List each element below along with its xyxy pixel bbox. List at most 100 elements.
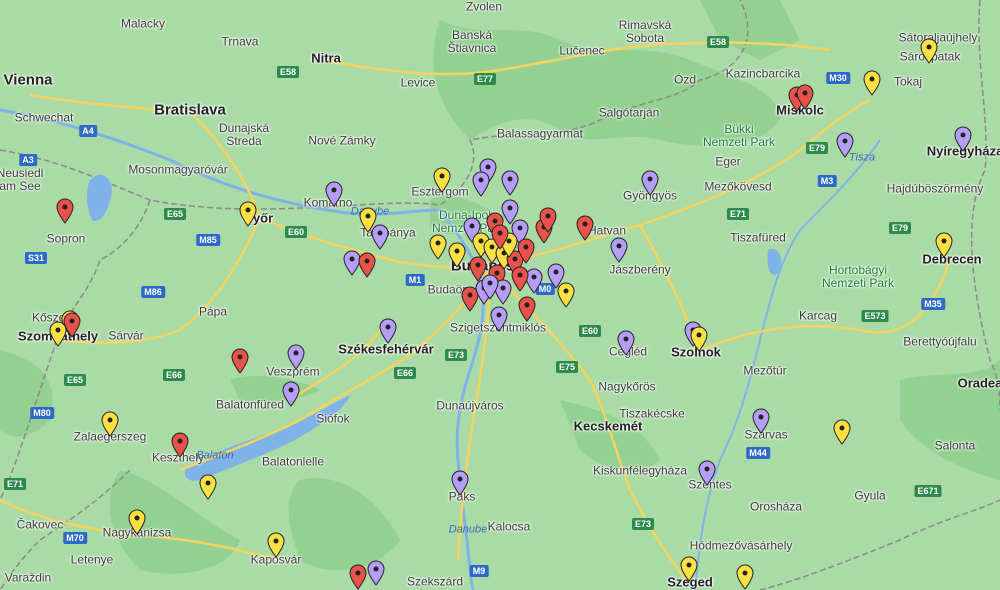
road-shield-e66: E66: [393, 367, 417, 379]
map-marker-yellow[interactable]: [239, 201, 257, 227]
road-shield-e73: E73: [631, 518, 655, 530]
road-shield-e79: E79: [805, 142, 829, 154]
map-marker-yellow[interactable]: [267, 532, 285, 558]
pin-icon: [231, 348, 249, 374]
pin-icon: [367, 560, 385, 586]
road-shield-e60: E60: [578, 325, 602, 337]
pin-icon: [698, 460, 716, 486]
pin-icon: [690, 326, 708, 352]
map-marker-red[interactable]: [518, 296, 536, 322]
pin-icon: [641, 170, 659, 196]
pin-icon: [433, 167, 451, 193]
pin-icon: [349, 564, 367, 590]
map-marker-purple[interactable]: [325, 181, 343, 207]
pin-icon: [576, 215, 594, 241]
map-marker-yellow[interactable]: [833, 419, 851, 445]
road-shield-e58: E58: [706, 36, 730, 48]
map-marker-yellow[interactable]: [128, 509, 146, 535]
map-marker-purple[interactable]: [836, 132, 854, 158]
map-marker-red[interactable]: [231, 348, 249, 374]
road-shield-e77: E77: [473, 73, 497, 85]
map-marker-yellow[interactable]: [49, 321, 67, 347]
map-marker-yellow[interactable]: [433, 167, 451, 193]
map-marker-yellow[interactable]: [935, 232, 953, 258]
map-marker-purple[interactable]: [641, 170, 659, 196]
pin-icon: [481, 274, 499, 300]
map-marker-yellow[interactable]: [920, 38, 938, 64]
pin-icon: [451, 470, 469, 496]
map-marker-yellow[interactable]: [448, 242, 466, 268]
pin-icon: [539, 207, 557, 233]
map-marker-purple[interactable]: [367, 560, 385, 586]
map-marker-yellow[interactable]: [101, 411, 119, 437]
pin-icon: [511, 266, 529, 292]
map-marker-purple[interactable]: [379, 318, 397, 344]
map-marker-red[interactable]: [171, 432, 189, 458]
map-marker-yellow[interactable]: [680, 556, 698, 582]
pin-icon: [833, 419, 851, 445]
map-marker-red[interactable]: [358, 252, 376, 278]
road-shield-m80: M80: [30, 407, 54, 419]
road-shield-m35: M35: [921, 298, 945, 310]
map-marker-purple[interactable]: [501, 170, 519, 196]
map-marker-purple[interactable]: [371, 224, 389, 250]
pin-icon: [736, 564, 754, 590]
map-marker-purple[interactable]: [490, 306, 508, 332]
map-marker-yellow[interactable]: [557, 282, 575, 308]
pin-icon: [358, 252, 376, 278]
map-marker-purple[interactable]: [481, 274, 499, 300]
pin-icon: [954, 126, 972, 152]
pin-icon: [101, 411, 119, 437]
map-marker-purple[interactable]: [451, 470, 469, 496]
pin-icon: [863, 70, 881, 96]
map-marker-yellow[interactable]: [736, 564, 754, 590]
pin-icon: [56, 198, 74, 224]
map-marker-red[interactable]: [491, 224, 509, 250]
pin-icon: [371, 224, 389, 250]
road-shield-m70: M70: [63, 532, 87, 544]
map-marker-red[interactable]: [539, 207, 557, 233]
map-marker-red[interactable]: [576, 215, 594, 241]
map-canvas[interactable]: Vienna Schwechat Bratislava Malacky Trnava Ni…: [0, 0, 1000, 590]
map-marker-yellow[interactable]: [690, 326, 708, 352]
pin-icon: [836, 132, 854, 158]
map-marker-red[interactable]: [517, 238, 535, 264]
pin-icon: [282, 381, 300, 407]
pin-icon: [796, 84, 814, 110]
map-marker-purple[interactable]: [282, 381, 300, 407]
pin-icon: [472, 171, 490, 197]
pin-icon: [617, 330, 635, 356]
map-marker-yellow[interactable]: [199, 474, 217, 500]
road-shield-e58: E58: [276, 66, 300, 78]
map-marker-purple[interactable]: [472, 171, 490, 197]
map-marker-red[interactable]: [56, 198, 74, 224]
road-shield-e573: E573: [861, 310, 889, 322]
road-shield-e79: E79: [888, 222, 912, 234]
map-marker-red[interactable]: [796, 84, 814, 110]
map-marker-red[interactable]: [349, 564, 367, 590]
pin-icon: [379, 318, 397, 344]
map-marker-purple[interactable]: [610, 237, 628, 263]
road-shield-e671: E671: [914, 485, 942, 497]
map-marker-purple[interactable]: [698, 460, 716, 486]
pin-icon: [128, 509, 146, 535]
pin-icon: [501, 170, 519, 196]
map-marker-purple[interactable]: [617, 330, 635, 356]
road-shield-e71: E71: [726, 208, 750, 220]
pin-icon: [49, 321, 67, 347]
map-marker-yellow[interactable]: [863, 70, 881, 96]
road-shield-a4: A4: [79, 125, 97, 137]
map-marker-purple[interactable]: [752, 408, 770, 434]
pin-icon: [752, 408, 770, 434]
pin-icon: [935, 232, 953, 258]
road-shield-e66: E66: [162, 369, 186, 381]
pin-icon: [491, 224, 509, 250]
map-marker-yellow[interactable]: [429, 234, 447, 260]
map-marker-purple[interactable]: [287, 344, 305, 370]
pin-icon: [610, 237, 628, 263]
pin-icon: [429, 234, 447, 260]
pin-icon: [267, 532, 285, 558]
road-shield-m86: M86: [141, 286, 165, 298]
map-marker-purple[interactable]: [954, 126, 972, 152]
map-marker-red[interactable]: [511, 266, 529, 292]
